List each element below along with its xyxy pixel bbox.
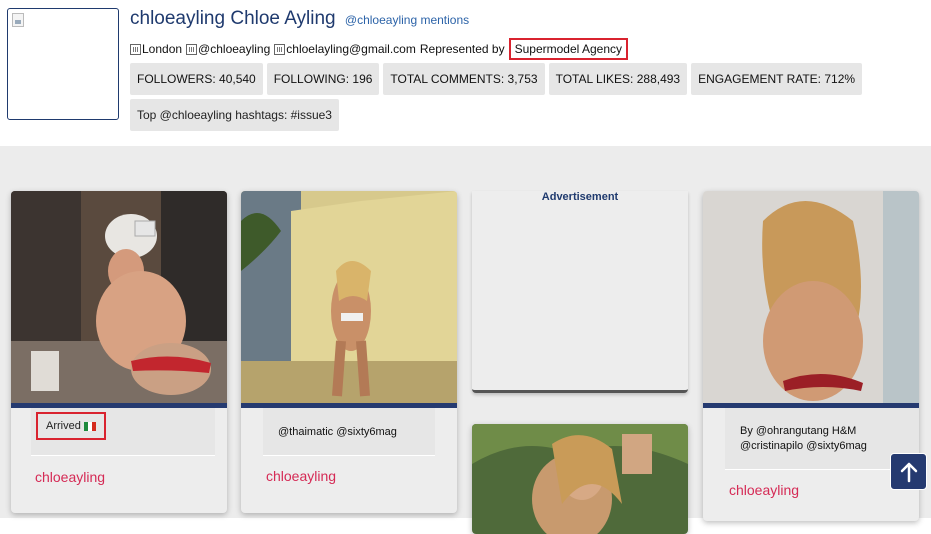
profile-header: chloeayling Chloe Ayling @chloeayling me… [0, 0, 931, 146]
represented-by-label: Represented by [419, 42, 505, 56]
top-hashtags[interactable]: Top @chloeayling hashtags: #issue3 [130, 99, 339, 131]
post-username[interactable]: chloeayling [729, 482, 799, 498]
profile-email: chloelayling@gmail.com [286, 42, 416, 56]
post-caption: Arrived [46, 420, 81, 432]
stat-total-likes: TOTAL LIKES: 288,493 [548, 63, 688, 95]
broken-image-icon [12, 13, 24, 27]
post-card[interactable]: @thaimatic @sixty6mag chloeayling [241, 191, 457, 513]
stat-engagement-rate: ENGAGEMENT RATE: 712% [691, 63, 863, 95]
profile-info: London @chloeayling chloelayling@gmail.c… [130, 38, 628, 60]
instagram-icon [186, 43, 198, 55]
profile-handle: @chloeayling [198, 42, 271, 56]
post-photo[interactable] [241, 191, 457, 403]
profile-location: London [142, 42, 183, 56]
post-username[interactable]: chloeayling [35, 469, 105, 485]
agency-link[interactable]: Supermodel Agency [508, 38, 628, 60]
post-caption-highlight: Arrived [36, 412, 106, 440]
stat-total-comments: TOTAL COMMENTS: 3,753 [383, 63, 545, 95]
advertisement-label: Advertisement [541, 191, 619, 203]
post-caption: By @ohrangutang H&M @cristinapilo @sixty… [740, 425, 867, 452]
post-username[interactable]: chloeayling [266, 468, 336, 484]
scroll-top-button[interactable] [890, 453, 927, 490]
arrow-up-icon [900, 462, 917, 482]
post-caption: @thaimatic @sixty6mag [278, 426, 397, 438]
stats-row: FOLLOWERS: 40,540 FOLLOWING: 196 TOTAL C… [130, 63, 863, 95]
post-card[interactable]: Arrived chloeayling [11, 191, 227, 513]
stat-followers: FOLLOWERS: 40,540 [130, 63, 263, 95]
profile-title: chloeayling Chloe Ayling @chloeayling me… [130, 8, 469, 30]
post-card[interactable]: By @ohrangutang H&M @cristinapilo @sixty… [703, 191, 919, 521]
mentions-link[interactable]: @chloeayling mentions [345, 13, 469, 27]
post-photo[interactable] [11, 191, 227, 403]
italy-flag-icon [83, 421, 96, 431]
email-icon [274, 43, 286, 55]
stat-following: FOLLOWING: 196 [266, 63, 380, 95]
post-photo[interactable] [703, 191, 919, 403]
advertisement-slot: Advertisement [472, 191, 688, 393]
location-icon [130, 43, 141, 55]
profile-avatar [7, 8, 119, 120]
profile-name: chloeayling Chloe Ayling [130, 8, 336, 29]
